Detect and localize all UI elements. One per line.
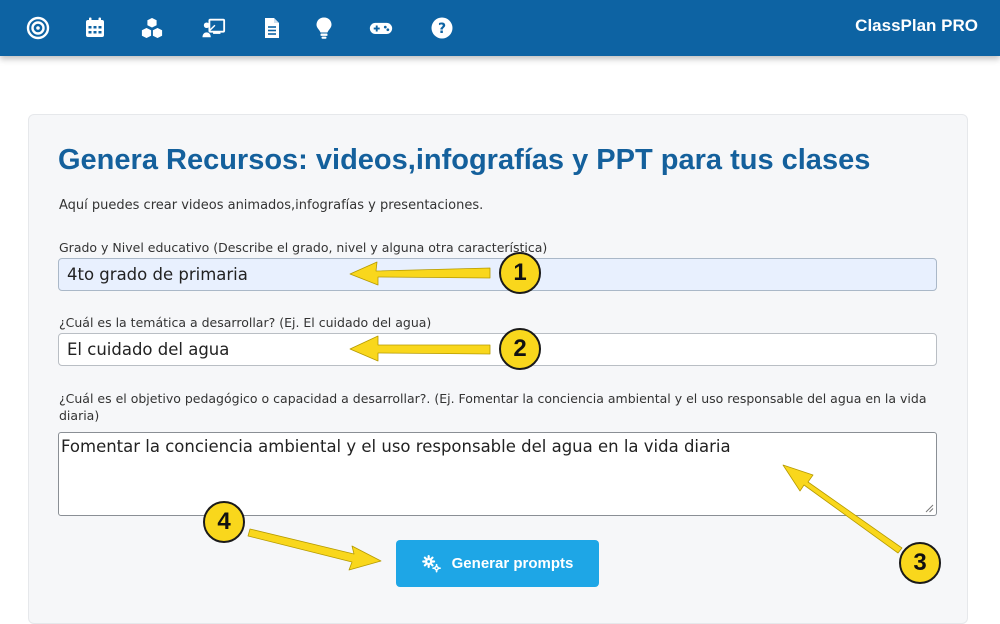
- annotation-badge-2: 2: [499, 328, 541, 370]
- document-icon[interactable]: [258, 14, 286, 42]
- annotation-badge-4: 4: [203, 501, 245, 543]
- page-title: Genera Recursos: videos,infografías y PP…: [58, 144, 871, 176]
- grade-label: Grado y Nivel educativo (Describe el gra…: [59, 240, 548, 255]
- page-subtitle: Aquí puedes crear videos animados,infogr…: [59, 198, 484, 213]
- calendar-icon[interactable]: [81, 14, 109, 42]
- grade-input-value: 4to grado de primaria: [67, 265, 248, 284]
- topic-input-value: El cuidado del agua: [67, 340, 230, 359]
- grade-input[interactable]: 4to grado de primaria: [58, 258, 937, 291]
- lightbulb-icon[interactable]: [310, 14, 338, 42]
- svg-text:?: ?: [438, 21, 446, 37]
- gears-icon: [421, 554, 441, 573]
- top-navbar: ? ClassPlan PRO: [0, 0, 1000, 56]
- objective-textarea[interactable]: Fomentar la conciencia ambiental y el us…: [58, 432, 937, 516]
- topic-label: ¿Cuál es la temática a desarrollar? (Ej.…: [59, 315, 432, 330]
- generate-prompts-button[interactable]: Generar prompts: [396, 540, 599, 587]
- objective-textarea-value: Fomentar la conciencia ambiental y el us…: [61, 437, 731, 456]
- help-icon[interactable]: ?: [428, 14, 456, 42]
- topic-input[interactable]: El cuidado del agua: [58, 333, 937, 366]
- target-icon[interactable]: [24, 14, 52, 42]
- generate-prompts-label: Generar prompts: [451, 555, 574, 572]
- gamepad-icon[interactable]: [367, 14, 395, 42]
- cubes-icon[interactable]: [138, 14, 166, 42]
- annotation-badge-1: 1: [499, 252, 541, 294]
- resize-grip-icon[interactable]: [925, 504, 934, 513]
- brand-logo[interactable]: ClassPlan PRO: [855, 16, 978, 36]
- presentation-icon[interactable]: [200, 14, 228, 42]
- annotation-badge-3: 3: [899, 542, 941, 584]
- objective-label: ¿Cuál es el objetivo pedagógico o capaci…: [59, 391, 927, 423]
